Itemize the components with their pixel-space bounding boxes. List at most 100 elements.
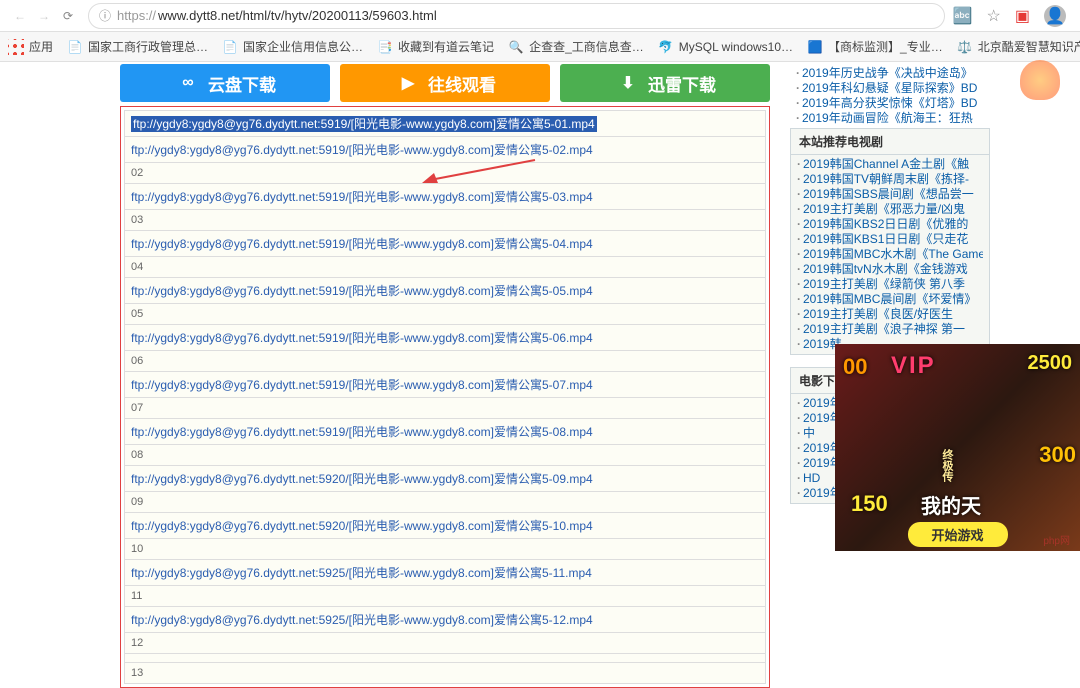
ad-text: 150 xyxy=(851,491,888,517)
bookmark-item[interactable]: 📑收藏到有道云笔记 xyxy=(377,38,494,55)
download-list-box: ftp://ygdy8:ygdy8@yg76.dydytt.net:5919/[… xyxy=(120,106,770,688)
ad-text: 00 xyxy=(843,354,867,380)
row-number: 05 xyxy=(125,304,766,325)
download-link-cell: ftp://ygdy8:ygdy8@yg76.dydytt.net:5919/[… xyxy=(125,137,766,163)
sidebar-link[interactable]: 2019韩国MBC晨间剧《坏爱情》 xyxy=(803,292,976,306)
sidebar-top-item: 2019年科幻悬疑《星际探索》BD xyxy=(796,81,984,96)
button-label: 往线观看 xyxy=(428,71,496,96)
row-number: 11 xyxy=(125,586,766,607)
sidebar-tv-box: 本站推荐电视剧 2019韩国Channel A金土剧《触2019韩国TV朝鲜周末… xyxy=(790,128,990,355)
download-table: ftp://ygdy8:ygdy8@yg76.dydytt.net:5919/[… xyxy=(124,110,766,684)
row-number: 03 xyxy=(125,210,766,231)
download-link-cell: ftp://ygdy8:ygdy8@yg76.dydytt.net:5920/[… xyxy=(125,466,766,492)
download-link-cell: ftp://ygdy8:ygdy8@yg76.dydytt.net:5925/[… xyxy=(125,607,766,633)
sidebar-link[interactable]: 2019韩国KBS2日日剧《优雅的 xyxy=(803,217,968,231)
download-link[interactable]: ftp://ygdy8:ygdy8@yg76.dydytt.net:5920/[… xyxy=(131,472,593,486)
download-link[interactable]: ftp://ygdy8:ygdy8@yg76.dydytt.net:5919/[… xyxy=(131,237,593,251)
download-link[interactable]: ftp://ygdy8:ygdy8@yg76.dydytt.net:5919/[… xyxy=(131,190,593,204)
sidebar-link[interactable]: 2019年科幻悬疑《星际探索》BD xyxy=(802,81,977,95)
thunder-download-button[interactable]: ⬇迅雷下载 xyxy=(560,64,770,102)
floating-ad[interactable]: 00 VIP 2500 300 150 终极传 我的天 开始游戏 xyxy=(835,344,1080,551)
address-bar[interactable]: ⓘ https:// www.dytt8.net/html/tv/hytv/20… xyxy=(88,3,945,29)
bookmark-label: 国家企业信用信息公… xyxy=(243,38,363,55)
sidebar-link[interactable]: 2019韩国MBC水木剧《The Game xyxy=(803,247,983,261)
star-icon[interactable]: ☆ xyxy=(987,6,1001,26)
download-link-cell: ftp://ygdy8:ygdy8@yg76.dydytt.net:5919/[… xyxy=(125,325,766,351)
mysql-icon: 🐬 xyxy=(658,39,674,55)
sidebar-link[interactable]: 2019韩国Channel A金土剧《触 xyxy=(803,157,969,171)
cloud-icon: ∞ xyxy=(174,69,202,97)
bookmark-item[interactable]: 🟦 【商标监测】_专业… xyxy=(807,38,943,55)
url-text: www.dytt8.net/html/tv/hytv/20200113/5960… xyxy=(158,8,437,23)
cloud-download-button[interactable]: ∞云盘下载 xyxy=(120,64,330,102)
page-icon: 📄 xyxy=(222,39,238,55)
row-number: 08 xyxy=(125,445,766,466)
online-watch-button[interactable]: ▶往线观看 xyxy=(340,64,550,102)
bookmark-label: 【商标监测】_专业… xyxy=(828,38,943,55)
shield-icon[interactable]: ▣ xyxy=(1015,6,1030,26)
sidebar-link[interactable]: 2019主打美剧《浪子神探 第一 xyxy=(803,322,965,336)
sidebar-link[interactable]: 中 xyxy=(803,426,815,440)
sidebar-tv-item: 2019韩国KBS2日日剧《优雅的 xyxy=(797,217,983,232)
bookmark-item[interactable]: 📄国家工商行政管理总… xyxy=(67,38,208,55)
download-link-cell: ftp://ygdy8:ygdy8@yg76.dydytt.net:5919/[… xyxy=(125,419,766,445)
note-icon: 📑 xyxy=(377,39,393,55)
button-label: 迅雷下载 xyxy=(648,71,716,96)
bookmarks-bar: 应用 📄国家工商行政管理总… 📄 国家企业信用信息公… 📑收藏到有道云笔记 🔍企查… xyxy=(0,32,1080,62)
download-link[interactable]: ftp://ygdy8:ygdy8@yg76.dydytt.net:5925/[… xyxy=(131,613,593,627)
sidebar-link[interactable]: 2019主打美剧《邪恶力量/凶鬼 xyxy=(803,202,965,216)
sidebar-link[interactable]: 2019年历史战争《决战中途岛》 xyxy=(802,66,973,80)
play-icon: ▶ xyxy=(394,69,422,97)
sidebar-link[interactable]: 2019年动画冒险《航海王：狂热 xyxy=(802,111,973,125)
sidebar-top-item: 2019年历史战争《决战中途岛》 xyxy=(796,66,984,81)
download-link[interactable]: ftp://ygdy8:ygdy8@yg76.dydytt.net:5919/[… xyxy=(131,331,593,345)
download-link[interactable]: ftp://ygdy8:ygdy8@yg76.dydytt.net:5925/[… xyxy=(131,566,592,580)
sidebar-link[interactable]: 2019年高分获奖惊悚《灯塔》BD xyxy=(802,96,977,110)
ad-text: VIP xyxy=(891,352,936,380)
sidebar-link[interactable]: 2019韩国TV朝鲜周末剧《拣择- xyxy=(803,172,969,186)
page-icon: 🟦 xyxy=(807,39,823,55)
sidebar-link[interactable]: 2019韩国KBS1日日剧《只走花 xyxy=(803,232,968,246)
sidebar-tv-item: 2019韩国MBC水木剧《The Game xyxy=(797,247,983,262)
forward-button[interactable]: → xyxy=(32,4,56,28)
browser-mascot-icon xyxy=(1020,60,1060,100)
back-button[interactable]: ← xyxy=(8,4,32,28)
bookmark-item[interactable]: 📄 国家企业信用信息公… xyxy=(222,38,363,55)
bookmark-item[interactable]: ⚖️北京酷爱智慧知识产… xyxy=(957,38,1080,55)
translate-icon[interactable]: 🔤 xyxy=(953,6,973,26)
download-link[interactable]: ftp://ygdy8:ygdy8@yg76.dydytt.net:5919/[… xyxy=(131,378,593,392)
profile-avatar[interactable]: 👤 xyxy=(1044,5,1066,27)
download-link-cell: ftp://ygdy8:ygdy8@yg76.dydytt.net:5919/[… xyxy=(125,184,766,210)
reload-button[interactable]: ⟳ xyxy=(56,4,80,28)
bookmark-item[interactable]: 🐬 MySQL windows10… xyxy=(658,39,793,55)
sidebar-tv-item: 2019韩国TV朝鲜周末剧《拣择- xyxy=(797,172,983,187)
sidebar-link[interactable]: 2019韩国SBS晨间剧《想品尝一 xyxy=(803,187,974,201)
download-link[interactable]: ftp://ygdy8:ygdy8@yg76.dydytt.net:5919/[… xyxy=(131,284,593,298)
row-number: 06 xyxy=(125,351,766,372)
apps-menu[interactable]: 应用 xyxy=(8,38,53,55)
row-number: 12 xyxy=(125,633,766,654)
sidebar-link[interactable]: 2019主打美剧《良医/好医生 xyxy=(803,307,953,321)
row-number: 07 xyxy=(125,398,766,419)
watermark: php网 xyxy=(1043,532,1070,547)
ad-play-button[interactable]: 开始游戏 xyxy=(907,522,1007,547)
bookmark-label: MySQL windows10… xyxy=(679,40,793,54)
download-link[interactable]: ftp://ygdy8:ygdy8@yg76.dydytt.net:5920/[… xyxy=(131,519,593,533)
sidebar-link[interactable]: 2019韩国tvN水木剧《金钱游戏 xyxy=(803,262,968,276)
sidebar-tv-item: 2019主打美剧《浪子神探 第一 xyxy=(797,322,983,337)
sidebar-link[interactable]: HD xyxy=(803,471,820,485)
download-link[interactable]: ftp://ygdy8:ygdy8@yg76.dydytt.net:5919/[… xyxy=(131,116,597,132)
sidebar-link[interactable]: 2019主打美剧《绿箭侠 第八季 xyxy=(803,277,965,291)
sidebar-tv-item: 2019韩国tvN水木剧《金钱游戏 xyxy=(797,262,983,277)
bookmark-label: 北京酷爱智慧知识产… xyxy=(978,38,1080,55)
info-icon[interactable]: ⓘ xyxy=(99,7,111,24)
download-link[interactable]: ftp://ygdy8:ygdy8@yg76.dydytt.net:5919/[… xyxy=(131,143,593,157)
bookmark-item[interactable]: 🔍企查查_工商信息查… xyxy=(508,38,644,55)
row-number: 13 xyxy=(125,663,766,684)
sidebar-tv-title: 本站推荐电视剧 xyxy=(791,129,989,155)
apps-icon xyxy=(8,39,24,55)
search-icon: 🔍 xyxy=(508,39,524,55)
download-link[interactable]: ftp://ygdy8:ygdy8@yg76.dydytt.net:5919/[… xyxy=(131,425,593,439)
download-link-cell: ftp://ygdy8:ygdy8@yg76.dydytt.net:5919/[… xyxy=(125,372,766,398)
sidebar-tv-list: 2019韩国Channel A金土剧《触2019韩国TV朝鲜周末剧《拣择-201… xyxy=(791,155,989,354)
